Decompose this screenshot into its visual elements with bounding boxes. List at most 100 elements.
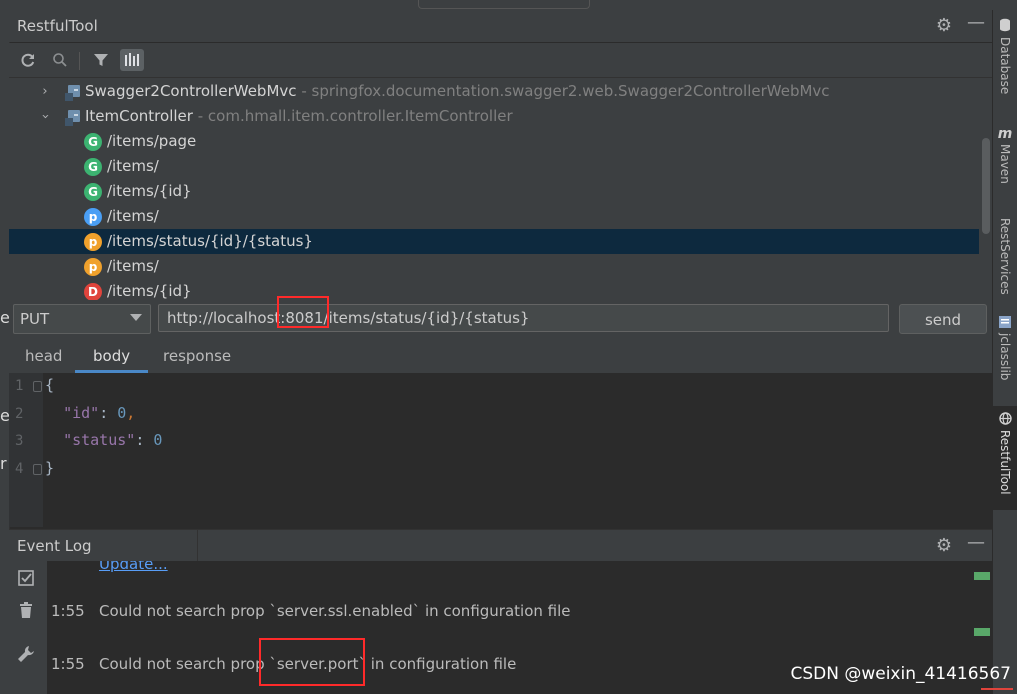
method-path: /items/ xyxy=(107,257,159,275)
controller-name: Swagger2ControllerWebMvc xyxy=(85,82,297,100)
log-marker xyxy=(974,628,990,636)
filter-icon[interactable] xyxy=(89,49,113,71)
left-edge-char: r xyxy=(0,454,7,473)
csdn-watermark: CSDN @weixin_41416567 xyxy=(790,664,1011,684)
request-bar: PUT send xyxy=(9,296,992,340)
sidebar-tab-label: Maven xyxy=(998,144,1012,184)
tree-row-method[interactable]: p/items/ xyxy=(9,254,979,279)
sidebar-tab-restservices[interactable]: RestServices xyxy=(993,216,1017,295)
http-method-icon: G xyxy=(84,183,102,201)
jclasslib-icon xyxy=(999,316,1011,331)
right-tool-sidebar: Database m Maven RestServices jclasslib … xyxy=(992,10,1017,694)
method-path: /items/page xyxy=(107,132,197,150)
log-time: 1:55 xyxy=(51,602,85,620)
sidebar-tab-label: RestfulTool xyxy=(998,430,1012,495)
controller-name: ItemController xyxy=(85,107,193,125)
minimize-icon[interactable]: — xyxy=(965,532,987,553)
toolbar-separator xyxy=(79,52,80,70)
controller-package: - springfox.documentation.swagger2.web.S… xyxy=(301,82,830,100)
method-path: /items/status/{id}/{status} xyxy=(107,232,313,250)
tab-head[interactable]: head xyxy=(25,347,62,365)
request-tabs: head body response xyxy=(9,340,992,374)
gear-icon[interactable]: ⚙ xyxy=(933,15,955,36)
log-time: 1:55 xyxy=(51,655,85,673)
panel-title: RestfulTool xyxy=(17,17,98,35)
tree-row-controller[interactable]: › Swagger2ControllerWebMvc - springfox.d… xyxy=(9,79,979,104)
globe-icon xyxy=(998,412,1012,428)
line-number: 4 xyxy=(15,461,24,477)
code-line: { xyxy=(45,376,55,394)
send-button[interactable]: send xyxy=(899,304,987,334)
tree-row-controller[interactable]: › ItemController - com.hmall.item.contro… xyxy=(9,104,979,129)
sidebar-tab-label: Database xyxy=(998,37,1012,95)
editor-gutter: 1 2 3 4 xyxy=(9,373,43,527)
method-select-value: PUT xyxy=(20,310,50,328)
trash-icon[interactable] xyxy=(17,601,35,624)
gear-icon[interactable]: ⚙ xyxy=(933,535,955,556)
url-input[interactable] xyxy=(158,304,889,332)
sidebar-tab-label: jclasslib xyxy=(998,333,1012,381)
search-icon[interactable] xyxy=(48,49,72,71)
scrollbar-thumb[interactable] xyxy=(982,138,990,234)
line-number: 1 xyxy=(15,378,24,394)
http-method-icon: p xyxy=(84,233,102,251)
tree-row-method[interactable]: G/items/page xyxy=(9,129,979,154)
line-number: 2 xyxy=(15,406,24,422)
highlight-box-server-port xyxy=(259,638,365,686)
event-log-toolbar xyxy=(9,561,48,694)
method-path: /items/{id} xyxy=(107,182,192,200)
sidebar-tab-maven[interactable]: m Maven xyxy=(993,126,1017,184)
endpoint-tree: › Swagger2ControllerWebMvc - springfox.d… xyxy=(9,78,979,300)
log-message: Could not search prop `server.ssl.enable… xyxy=(99,602,571,620)
chevron-down-icon xyxy=(130,314,142,321)
method-filter-icon[interactable] xyxy=(120,49,144,71)
restful-toolbar xyxy=(9,43,992,78)
highlight-box-port xyxy=(277,296,329,328)
log-update-link[interactable]: Update... xyxy=(99,561,168,573)
body-editor[interactable]: 1 2 3 4 { "id": 0, "status": 0 } xyxy=(9,373,992,527)
minimize-icon[interactable]: — xyxy=(965,12,987,33)
tab-response[interactable]: response xyxy=(163,347,231,365)
sidebar-tab-database[interactable]: Database xyxy=(993,18,1017,94)
log-marker xyxy=(974,572,990,580)
header-divider xyxy=(197,530,198,562)
code-line: "id": 0, xyxy=(63,404,136,422)
tree-row-method[interactable]: G/items/ xyxy=(9,154,979,179)
http-method-icon: p xyxy=(84,208,102,226)
code-line: "status": 0 xyxy=(63,431,163,449)
tab-body[interactable]: body xyxy=(93,347,130,365)
top-tab-edge xyxy=(418,0,590,9)
controller-package: - com.hmall.item.controller.ItemControll… xyxy=(197,107,513,125)
http-method-icon: G xyxy=(84,158,102,176)
tree-row-method[interactable]: D/items/{id} xyxy=(9,279,979,300)
method-select[interactable]: PUT xyxy=(13,304,151,334)
http-method-icon: D xyxy=(84,283,102,300)
method-path: /items/{id} xyxy=(107,282,192,300)
tree-scrollbar[interactable] xyxy=(979,78,992,300)
event-log-header: Event Log ⚙ — xyxy=(9,529,992,562)
tree-row-method[interactable]: p/items/status/{id}/{status} xyxy=(9,229,979,254)
sidebar-tab-restfultool[interactable]: RestfulTool xyxy=(993,406,1017,510)
refresh-icon[interactable] xyxy=(16,49,40,71)
method-path: /items/ xyxy=(107,157,159,175)
sidebar-tab-jclasslib[interactable]: jclasslib xyxy=(993,316,1017,380)
line-number: 3 xyxy=(15,433,24,449)
http-method-icon: G xyxy=(84,133,102,151)
fold-marker-icon[interactable] xyxy=(33,381,42,392)
http-method-icon: p xyxy=(84,258,102,276)
mark-read-icon[interactable] xyxy=(17,569,35,592)
chevron-down-icon[interactable]: › xyxy=(33,110,58,124)
tree-row-method[interactable]: p/items/ xyxy=(9,204,979,229)
wrench-icon[interactable] xyxy=(17,645,35,668)
controller-class-icon xyxy=(64,84,80,101)
code-line: } xyxy=(45,459,55,477)
event-log-title: Event Log xyxy=(17,537,92,555)
chevron-right-icon[interactable]: › xyxy=(38,79,52,104)
sidebar-tab-label: RestServices xyxy=(998,218,1012,295)
fold-marker-icon[interactable] xyxy=(33,464,42,475)
maven-icon: m xyxy=(997,126,1013,142)
tree-row-method[interactable]: G/items/{id} xyxy=(9,179,979,204)
watermark-underline xyxy=(981,688,1013,690)
restfultool-panel-header: RestfulTool ⚙ — xyxy=(9,10,992,42)
controller-class-icon xyxy=(64,109,80,126)
